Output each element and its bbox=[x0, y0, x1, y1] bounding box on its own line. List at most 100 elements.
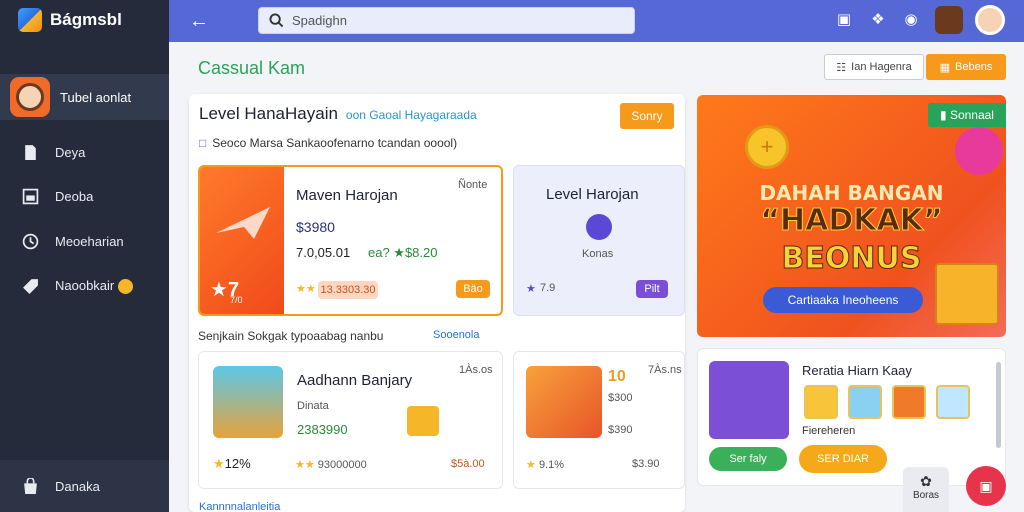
card-value: $3980 bbox=[296, 219, 335, 235]
card-number: 10 bbox=[608, 368, 626, 385]
card-title: Aadhann Banjary bbox=[297, 372, 413, 389]
footer-link[interactable]: Kannnnalanleitia bbox=[199, 501, 280, 512]
game-card-fruits[interactable]: 10 7Às.ns $300 $390 ★ 9.1% $3.90 bbox=[513, 351, 685, 489]
card-sub: Konas bbox=[582, 248, 614, 260]
game-art: ★7 7/0 bbox=[200, 167, 284, 314]
character-avatar[interactable] bbox=[935, 6, 963, 34]
message-icon: ▣ bbox=[979, 478, 993, 494]
gem-icon[interactable] bbox=[848, 385, 882, 419]
plane-icon bbox=[216, 207, 270, 239]
banner-headline: DAHAH BANGAN bbox=[759, 181, 944, 205]
sidebar-item-label: Danaka bbox=[55, 478, 100, 494]
profile-name: Tubel aonlat bbox=[60, 89, 132, 105]
card-rating: ★12% bbox=[213, 456, 251, 471]
rewards-sub: Fiereheren bbox=[802, 425, 856, 437]
gamepad-icon[interactable]: ▣ bbox=[835, 11, 853, 29]
badge-icon: ▮ bbox=[940, 108, 950, 122]
tag-icon bbox=[23, 278, 38, 294]
sidebar: Bágmsbl Tubel aonlat Deya Deoba Meoehari… bbox=[0, 0, 169, 512]
card-button[interactable]: Pilt bbox=[636, 280, 668, 298]
topbar: ← ▣ ❖ ◉ bbox=[169, 0, 1024, 42]
app-logo-icon bbox=[18, 8, 42, 32]
floating-tool[interactable]: ✿ Boras bbox=[903, 467, 949, 512]
card-rating: 7.9 bbox=[540, 282, 556, 294]
sidebar-item-label: Deya bbox=[55, 144, 86, 160]
sidebar-item-deya[interactable]: Deya bbox=[0, 132, 169, 172]
level-icon bbox=[586, 214, 612, 240]
section-link[interactable]: Sooenola bbox=[433, 329, 480, 341]
window-icon bbox=[22, 188, 39, 204]
puzzle-icon[interactable]: ❖ bbox=[869, 11, 887, 29]
bonus-banner[interactable]: ▮ Sonnaal + DAHAH BANGAN “HADKAK” BEONUS… bbox=[697, 95, 1006, 337]
game-art bbox=[213, 366, 283, 438]
section-label: Senjkain Sokgak typoaabag nanbu bbox=[198, 329, 384, 343]
panel-description: □ Seoco Marsa Sankaoofenarno tcandan ooo… bbox=[199, 136, 458, 150]
coin-icon: + bbox=[745, 125, 789, 169]
green-action-button[interactable]: Ser faly bbox=[709, 447, 787, 471]
card-corner-label: 7Às.ns bbox=[648, 364, 682, 376]
banner-title: “HADKAK” bbox=[760, 203, 943, 239]
coin-badge-icon bbox=[118, 279, 134, 295]
value-chip: 13.3303.30 bbox=[318, 281, 378, 299]
sidebar-item-meoeharian[interactable]: Meoeharian bbox=[0, 221, 169, 261]
treasure-icon[interactable] bbox=[936, 385, 970, 419]
sidebar-profile[interactable]: Tubel aonlat bbox=[0, 74, 169, 120]
card-rating: ★ 9.1% bbox=[526, 459, 565, 471]
sidebar-item-danaka[interactable]: Danaka bbox=[0, 460, 169, 512]
character-image bbox=[709, 361, 789, 439]
card-price: $3.90 bbox=[632, 458, 660, 470]
rewards-title: Reratia Hiarn Kaay bbox=[802, 363, 912, 378]
card-extra: $390 bbox=[608, 424, 633, 436]
gift-icon[interactable] bbox=[892, 385, 926, 419]
scrollbar[interactable] bbox=[996, 362, 1001, 448]
orange-button[interactable]: ▦ Bebens bbox=[926, 54, 1006, 80]
star-icon: ★★ bbox=[296, 283, 316, 295]
banner-cta[interactable]: Cartiaaka Ineoheens bbox=[763, 287, 923, 313]
sidebar-item-naoobkair[interactable]: Naoobkair bbox=[0, 266, 169, 306]
page-title: Cassual Kam bbox=[198, 58, 306, 78]
card-price: $5à.00 bbox=[451, 458, 485, 470]
sidebar-item-label: Deoba bbox=[55, 188, 94, 204]
banner-tag: ▮ Sonnaal bbox=[928, 103, 1006, 127]
card-value: 2383990 bbox=[297, 422, 348, 437]
gift-box-icon bbox=[935, 263, 999, 325]
amber-action-button[interactable]: SER DIAR bbox=[799, 445, 887, 473]
back-arrow-icon[interactable]: ← bbox=[189, 9, 213, 33]
search-bar[interactable] bbox=[258, 7, 635, 34]
chat-icon: □ bbox=[199, 136, 207, 150]
brand[interactable]: Bágmsbl bbox=[18, 8, 122, 32]
game-card-level[interactable]: Level Harojan Konas ★ 7.9 Pilt bbox=[513, 165, 685, 316]
panel-title: Level HanaHayain oon Gaoal Hayagaraada bbox=[199, 104, 477, 123]
game-art bbox=[526, 366, 602, 438]
clock-icon bbox=[22, 233, 39, 249]
trophy-icon[interactable]: ◉ bbox=[902, 11, 920, 29]
game-card-featured[interactable]: ★7 7/0 Maven Harojan Ñonte $3980 7.0,05.… bbox=[198, 165, 503, 316]
settings-icon: ✿ bbox=[920, 473, 932, 489]
panel-action-button[interactable]: Sonry bbox=[620, 103, 674, 129]
bag-icon bbox=[24, 477, 37, 494]
user-avatar[interactable] bbox=[975, 5, 1005, 35]
search-input[interactable] bbox=[292, 13, 622, 28]
card-title: Level Harojan bbox=[546, 186, 639, 203]
game-card-adventure[interactable]: Aadhann Banjary 1Às.os Dinata 2383990 ★1… bbox=[198, 351, 503, 489]
star-icon: ★ bbox=[526, 283, 536, 295]
rewards-card: Reratia Hiarn Kaay Fiereheren Ser faly S… bbox=[697, 348, 1006, 486]
card-corner-label: Ñonte bbox=[458, 179, 488, 191]
card-button[interactable]: Bäo bbox=[456, 280, 490, 298]
card-stat: ea? ★$8.20 bbox=[368, 245, 438, 260]
card-sub: Dinata bbox=[297, 400, 329, 412]
card-stat: ★★ 93000000 bbox=[295, 459, 367, 471]
sidebar-item-label: Naoobkair bbox=[55, 278, 134, 295]
grid-icon: ▦ bbox=[939, 61, 951, 74]
gift-icon bbox=[407, 406, 439, 436]
filter-icon: ☷ bbox=[836, 61, 847, 74]
outline-button[interactable]: ☷ Ian Hagenra bbox=[824, 54, 924, 80]
chat-fab-button[interactable]: ▣ bbox=[966, 466, 1006, 506]
games-panel: Level HanaHayain oon Gaoal Hayagaraada So… bbox=[189, 94, 685, 512]
card-corner-label: 1Às.os bbox=[459, 364, 493, 376]
avatar bbox=[10, 77, 50, 117]
sidebar-item-label: Meoeharian bbox=[55, 233, 124, 249]
decoration-ball-icon bbox=[955, 127, 1003, 175]
sidebar-item-deoba[interactable]: Deoba bbox=[0, 176, 169, 216]
chest-icon[interactable] bbox=[804, 385, 838, 419]
